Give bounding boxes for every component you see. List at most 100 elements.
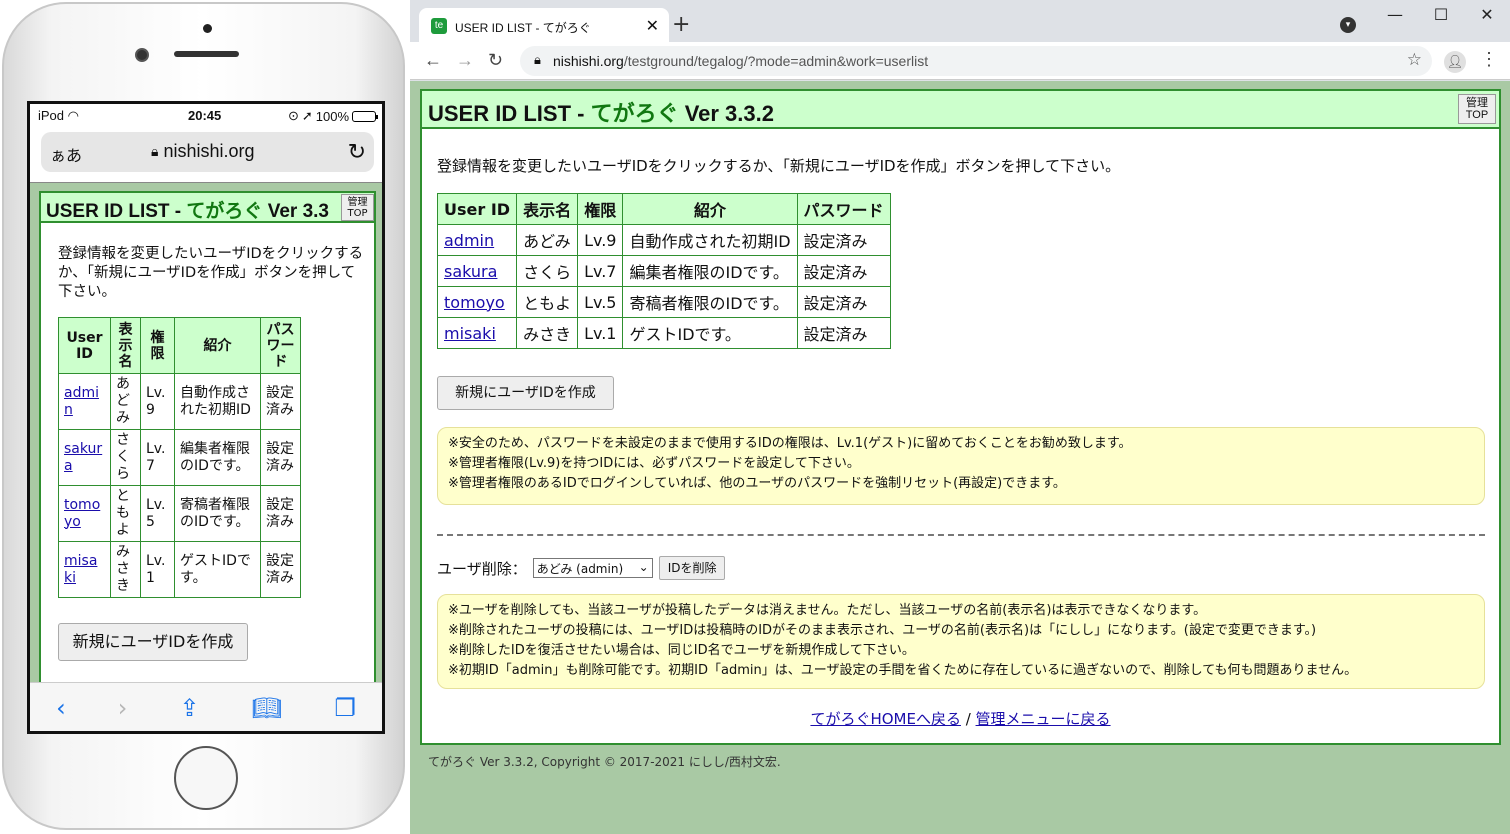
url-path: /testground/tegalog/?mode=admin&work=use… [623,53,929,69]
front-camera [203,24,212,33]
title-version: Ver 3.3.2 [678,101,774,126]
bookmark-star-icon[interactable]: ☆ [1407,50,1422,70]
user-id-link[interactable]: tomoyo [64,497,100,530]
back-icon[interactable]: ‹ [56,694,66,722]
cell-name: みさき [516,317,579,349]
section-divider [437,534,1485,536]
cell-password: 設定済み [260,373,301,430]
mgmt-line2: TOP [347,208,368,219]
cell-id: misaki [58,541,111,598]
mobile-mgmt-top-button[interactable]: 管理 TOP [341,194,374,221]
cell-intro: 編集者権限のIDです。 [174,429,261,486]
mgmt-line2: TOP [1465,109,1489,121]
cell-password: 設定済み [260,429,301,486]
cell-name: みさき [110,541,141,598]
page-viewport: USER ID LIST - てがろぐ Ver 3.3.2 管理 TOP 登録情報… [410,81,1510,834]
deletion-notes: ※ユーザを削除しても、当該ユーザが投稿したデータは消えません。ただし、当該ユーザ… [437,594,1485,689]
lock-icon: 🔒︎ [534,52,541,67]
earpiece-speaker [174,51,239,57]
profile-avatar-icon[interactable]: 👤︎ [1444,51,1466,73]
tabs-icon[interactable]: ❐ [334,694,356,722]
battery-icon [352,110,378,122]
new-tab-icon[interactable]: + [672,12,690,37]
footer-links: てがろぐHOMEへ戻る / 管理メニューに戻る [422,708,1499,729]
admin-menu-link[interactable]: 管理メニューに戻る [976,710,1111,728]
cell-id: sakura [436,255,518,287]
mgmt-line1: 管理 [347,197,368,208]
tab-search-icon[interactable]: ▾ [1340,17,1356,33]
delete-label: ユーザ削除： [437,559,527,578]
cell-name: ともよ [110,485,141,542]
home-button[interactable] [174,746,238,810]
column-header: 紹介 [622,193,798,225]
description: 登録情報を変更したいユーザIDをクリックするか、「新規にユーザIDを作成」ボタン… [437,157,1121,175]
status-time: 20:45 [188,108,222,123]
mobile-title-prefix: USER ID LIST - [46,201,187,222]
table-header: User ID 表示名 権限 紹介 パスワード [436,193,891,225]
delete-user-select[interactable]: あどみ (admin) ⌄ [532,558,653,578]
user-id-link[interactable]: admin [64,385,99,418]
delete-id-button[interactable]: IDを削除 [658,556,726,580]
column-header: User ID [436,193,518,225]
camera-lens [135,48,149,62]
cell-id: tomoyo [58,485,111,542]
address-host-text: nishishi.org [163,141,255,161]
bookmarks-icon[interactable]: 📖︎ [252,694,282,722]
column-header: パスワード [796,193,891,225]
mobile-page-title: USER ID LIST - てがろぐ Ver 3.3 [41,193,374,223]
table-row: sakura さくら Lv.7 編集者権限のIDです。 設定済み [58,429,301,486]
tab-user-id-list[interactable]: te USER ID LIST - てがろぐ ✕ [419,8,669,42]
user-id-link[interactable]: misaki [64,553,97,586]
share-icon[interactable]: ⇪ [180,694,200,722]
link-separator: / [960,710,976,728]
cell-level: Lv.5 [577,286,624,318]
table-row: sakura さくら Lv.7 編集者権限のIDです。 設定済み [436,255,891,287]
user-id-link[interactable]: sakura [64,441,102,474]
cell-password: 設定済み [796,224,891,256]
forward-icon[interactable]: → [456,50,474,71]
mobile-table-header: User ID 表示名権限紹介 パス ワード [58,317,301,374]
home-link[interactable]: てがろぐHOMEへ戻る [810,710,961,728]
maximize-icon[interactable]: ☐ [1418,0,1464,30]
user-id-link[interactable]: tomoyo [444,293,505,312]
reload-icon[interactable]: ↻ [488,50,503,71]
safari-address-bar[interactable]: ぁあ 🔒︎ nishishi.org ↻ [41,132,374,172]
reader-aa-button[interactable]: ぁあ [50,142,82,166]
cell-password: 設定済み [260,541,301,598]
cell-level: Lv.7 [577,255,624,287]
security-notes: ※安全のため、パスワードを未設定のままで使用するIDの権限は、Lv.1(ゲスト)… [437,427,1485,505]
cell-name: あどみ [110,373,141,430]
reload-icon[interactable]: ↻ [348,139,366,165]
cell-level: Lv.9 [140,373,175,430]
user-id-link[interactable]: admin [444,231,494,250]
minimize-icon[interactable]: — [1372,0,1418,30]
iphone-mockup: iPod ◠ 20:45 ⊙ ➚ 100% ぁあ 🔒︎ nishishi.org… [2,2,405,830]
battery-percent: 100% [315,108,349,124]
lock-icon: 🔒︎ [151,143,159,159]
omnibox[interactable]: 🔒︎ nishishi.org/testground/tegalog/?mode… [520,46,1432,76]
delete-user-row: ユーザ削除： あどみ (admin) ⌄ IDを削除 [437,556,726,580]
close-tab-icon[interactable]: ✕ [646,16,659,36]
menu-kebab-icon[interactable]: ⋮ [1480,49,1498,70]
column-header: 紹介 [174,317,261,374]
table-row: misaki みさき Lv.1 ゲストIDです。 設定済み [436,317,891,349]
close-window-icon[interactable]: ✕ [1464,0,1510,30]
cell-id: tomoyo [436,286,518,318]
mobile-create-user-button[interactable]: 新規にユーザIDを作成 [58,623,248,661]
user-id-link[interactable]: sakura [444,262,497,281]
forward-icon[interactable]: › [118,694,128,722]
cell-level: Lv.5 [140,485,175,542]
back-icon[interactable]: ← [424,50,442,71]
cell-password: 設定済み [260,485,301,542]
cell-id: admin [436,224,518,256]
mobile-title-jp: てがろぐ [186,201,263,222]
mgmt-top-button[interactable]: 管理 TOP [1458,94,1496,124]
create-user-button[interactable]: 新規にユーザIDを作成 [437,376,614,410]
wifi-icon: ◠ [67,108,79,123]
note-line: ※削除したIDを復活させたい場合は、同じID名でユーザを新規作成して下さい。 [448,643,915,658]
note-line: ※管理者権限のあるIDでログインしていれば、他のユーザのパスワードを強制リセット… [448,476,1066,491]
user-id-link[interactable]: misaki [444,324,496,343]
column-header: 権限 [577,193,624,225]
cell-id: misaki [436,317,518,349]
cell-intro: 編集者権限のIDです。 [622,255,798,287]
